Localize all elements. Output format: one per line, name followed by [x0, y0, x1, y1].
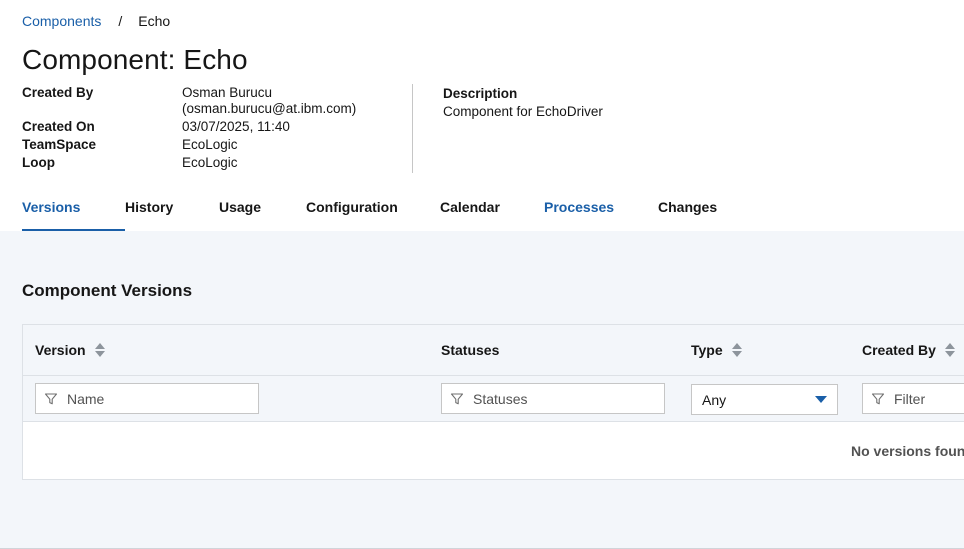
column-header-statuses-label: Statuses — [441, 342, 500, 358]
component-details: Created By Osman Burucu (osman.burucu@at… — [22, 85, 402, 173]
breadcrumb-components-link[interactable]: Components — [22, 13, 101, 29]
component-tabs: Versions History Usage Configuration Cal… — [22, 190, 738, 231]
column-header-type[interactable]: Type — [691, 342, 742, 358]
tab-calendar[interactable]: Calendar — [440, 190, 544, 231]
sort-icon[interactable] — [94, 343, 105, 357]
created-by-name: Osman Burucu — [182, 85, 273, 100]
loop-value: EcoLogic — [182, 155, 238, 170]
teamspace-row: TeamSpace EcoLogic — [22, 137, 402, 153]
created-by-filter-input[interactable]: Filter — [862, 383, 964, 414]
name-filter-placeholder: Name — [67, 390, 105, 407]
tab-history[interactable]: History — [125, 190, 219, 231]
loop-row: Loop EcoLogic — [22, 155, 402, 171]
created-on-label: Created On — [22, 119, 95, 134]
created-by-row: Created By Osman Burucu (osman.burucu@at… — [22, 85, 402, 117]
page-title: Component: Echo — [22, 44, 248, 75]
tab-changes[interactable]: Changes — [658, 190, 738, 231]
tab-configuration[interactable]: Configuration — [306, 190, 440, 231]
caret-down-icon — [815, 396, 827, 403]
details-divider — [412, 84, 413, 173]
created-by-value: Osman Burucu (osman.burucu@at.ibm.com) — [182, 85, 356, 117]
created-by-filter-placeholder: Filter — [894, 390, 926, 407]
sort-icon[interactable] — [731, 343, 742, 357]
column-header-type-label: Type — [691, 342, 723, 358]
created-on-value: 03/07/2025, 11:40 — [182, 119, 290, 134]
column-header-version-label: Version — [35, 342, 86, 358]
description-block: Description Component for EchoDriver — [443, 85, 603, 121]
statuses-filter-placeholder: Statuses — [473, 390, 528, 407]
funnel-icon — [871, 392, 885, 404]
teamspace-label: TeamSpace — [22, 137, 97, 152]
funnel-icon — [44, 392, 58, 404]
created-by-label: Created By — [22, 85, 94, 100]
column-header-created-by-label: Created By — [862, 342, 936, 358]
tab-usage[interactable]: Usage — [219, 190, 306, 231]
breadcrumb: Components / Echo — [22, 13, 170, 29]
tab-processes[interactable]: Processes — [544, 190, 658, 231]
funnel-icon — [450, 392, 464, 404]
description-label: Description — [443, 86, 518, 101]
breadcrumb-separator: / — [118, 13, 123, 29]
filter-row: Name Statuses Any Filter — [23, 376, 964, 422]
column-header-version[interactable]: Version — [35, 342, 105, 358]
table-header: Version Statuses Type Created By — [23, 325, 964, 376]
breadcrumb-current: Echo — [138, 13, 171, 29]
sort-icon[interactable] — [944, 343, 955, 357]
loop-label: Loop — [22, 155, 55, 170]
versions-panel: Component Versions Version Statuses Type… — [0, 231, 964, 549]
tab-versions[interactable]: Versions — [22, 190, 125, 231]
versions-table: Version Statuses Type Created By Name St… — [22, 324, 964, 480]
column-header-created-by[interactable]: Created By — [862, 342, 955, 358]
section-title: Component Versions — [22, 281, 193, 300]
name-filter-input[interactable]: Name — [35, 383, 259, 414]
type-filter-value: Any — [702, 391, 727, 408]
statuses-filter-input[interactable]: Statuses — [441, 383, 665, 414]
type-filter-select[interactable]: Any — [691, 384, 838, 415]
column-header-statuses: Statuses — [441, 342, 499, 358]
empty-state-message: No versions found — [851, 443, 964, 459]
created-by-email: (osman.burucu@at.ibm.com) — [182, 101, 357, 116]
description-value: Component for EchoDriver — [443, 104, 603, 119]
teamspace-value: EcoLogic — [182, 137, 238, 152]
created-on-row: Created On 03/07/2025, 11:40 — [22, 119, 402, 135]
